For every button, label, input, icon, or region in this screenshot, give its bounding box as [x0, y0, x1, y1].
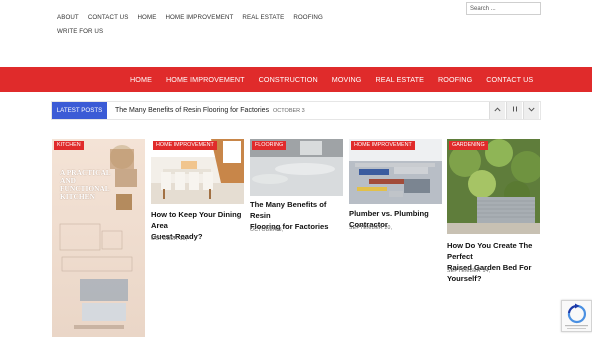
- post-date: OCTOBER 3,: [250, 227, 284, 233]
- post-date: SEPTEMBER 14,: [447, 268, 491, 274]
- nav-item-home[interactable]: HOME: [130, 67, 152, 92]
- post-card-flooring[interactable]: FLOORING The Many Benefits of Resin Floo…: [250, 139, 343, 239]
- nav-item-real-estate[interactable]: REAL ESTATE: [376, 67, 425, 92]
- category-badge[interactable]: HOME IMPROVEMENT: [351, 141, 415, 150]
- search-input[interactable]: Search ...: [466, 2, 541, 15]
- ticker-down-button[interactable]: [523, 102, 539, 119]
- top-links-row-2: WRITE FOR US: [57, 20, 112, 38]
- post-title-line[interactable]: How to Keep Your Dining Area: [151, 209, 244, 231]
- post-card-plumbing[interactable]: HOME IMPROVEMENT Plumber vs. Plumbing Co…: [349, 139, 442, 234]
- ticker-pause-button[interactable]: [506, 102, 522, 119]
- post-thumbnail[interactable]: [447, 139, 540, 234]
- post-title-line[interactable]: How Do You Create The Perfect: [447, 240, 541, 262]
- recaptcha-icon: [565, 303, 588, 329]
- nav-item-roofing[interactable]: ROOFING: [438, 67, 472, 92]
- top-link-roofing[interactable]: ROOFING: [293, 14, 323, 22]
- top-link-write-for-us[interactable]: WRITE FOR US: [57, 28, 103, 36]
- ticker-label: LATEST POSTS: [52, 102, 107, 119]
- latest-posts-ticker: LATEST POSTS The Many Benefits of Resin …: [51, 101, 541, 120]
- chevron-up-icon: [494, 107, 501, 112]
- nav-item-home-improvement[interactable]: HOME IMPROVEMENT: [166, 67, 245, 92]
- chevron-down-icon: [528, 107, 535, 112]
- category-badge[interactable]: KITCHEN: [54, 141, 84, 150]
- top-link-home-improvement[interactable]: HOME IMPROVEMENT: [165, 14, 233, 22]
- nav-item-construction[interactable]: CONSTRUCTION: [259, 67, 318, 92]
- infographic-line: KITCHEN: [60, 192, 95, 201]
- nav-item-contact-us[interactable]: CONTACT US: [486, 67, 533, 92]
- post-title-line[interactable]: The Many Benefits of Resin: [250, 199, 343, 221]
- post-card-dining[interactable]: HOME IMPROVEMENT How to Keep Your Dining…: [151, 139, 244, 249]
- infographic-title: A PRACTICAL AND FUNCTIONAL KITCHEN: [60, 169, 120, 201]
- category-badge[interactable]: GARDENING: [449, 141, 488, 150]
- ticker-up-button[interactable]: [489, 102, 505, 119]
- recaptcha-badge[interactable]: [561, 300, 592, 332]
- ticker-headline-text[interactable]: The Many Benefits of Resin Flooring for …: [115, 107, 269, 114]
- top-link-home[interactable]: HOME: [137, 14, 156, 22]
- top-links-row: ABOUT CONTACT US HOME HOME IMPROVEMENT REAL …: [57, 6, 457, 24]
- pause-icon: [512, 106, 517, 112]
- post-card-kitchen[interactable]: A PRACTICAL AND FUNCTIONAL KITCHEN KITCH…: [52, 139, 146, 337]
- post-date: OCTOBER 15,: [151, 236, 188, 242]
- post-date: SEPTEMBER 20,: [349, 225, 393, 231]
- post-title[interactable]: How Do You Create The Perfect Raised Gar…: [447, 240, 541, 284]
- nav-item-moving[interactable]: MOVING: [332, 67, 362, 92]
- main-nav: HOME HOME IMPROVEMENT CONSTRUCTION MOVING RE…: [0, 67, 592, 92]
- infographic-line: AND FUNCTIONAL: [60, 176, 110, 193]
- post-card-gardening[interactable]: GARDENING How Do You Create The Perfect …: [447, 139, 541, 283]
- ticker-headline[interactable]: The Many Benefits of Resin Flooring for …: [115, 102, 305, 120]
- post-thumbnail[interactable]: A PRACTICAL AND FUNCTIONAL KITCHEN: [52, 139, 145, 337]
- raised-garden-bed-image: [447, 139, 540, 234]
- top-links: ABOUT CONTACT US HOME HOME IMPROVEMENT REAL …: [57, 6, 457, 35]
- top-link-real-estate[interactable]: REAL ESTATE: [242, 14, 284, 22]
- category-badge[interactable]: HOME IMPROVEMENT: [153, 141, 217, 150]
- ticker-date: OCTOBER 3: [273, 108, 305, 114]
- category-badge[interactable]: FLOORING: [252, 141, 287, 150]
